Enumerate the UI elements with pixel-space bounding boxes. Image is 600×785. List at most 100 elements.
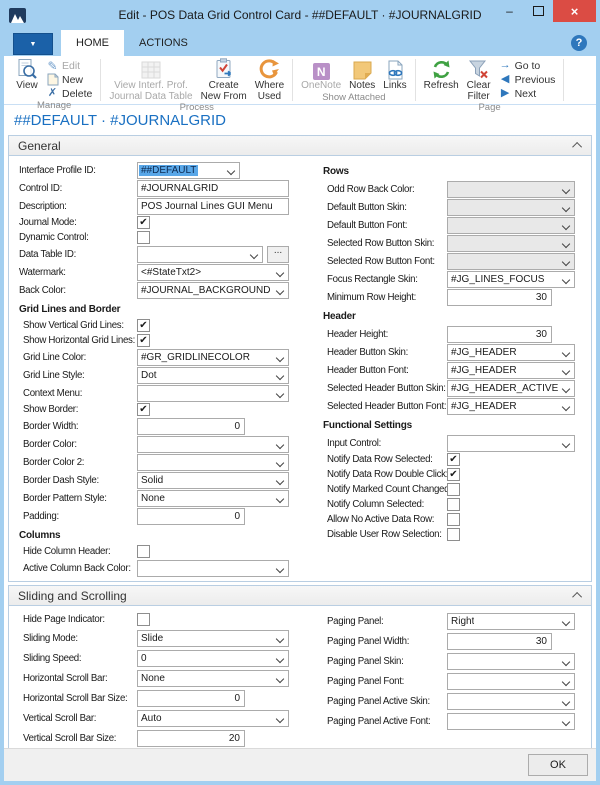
delete-button[interactable]: ✗ Delete bbox=[43, 87, 95, 100]
active-column-back-color-combo[interactable] bbox=[137, 559, 289, 577]
border-color-combo[interactable] bbox=[137, 435, 289, 453]
view-button[interactable]: View bbox=[13, 57, 41, 92]
where-used-button[interactable]: Where Used bbox=[252, 57, 287, 102]
border-pattern-style-combo[interactable]: None bbox=[137, 489, 289, 507]
data-table-id-combo[interactable] bbox=[137, 245, 263, 263]
disable-user-row-selection-checkbox[interactable] bbox=[447, 528, 460, 541]
paging-panel-active-skin-combo[interactable] bbox=[447, 692, 575, 710]
notify-data-row-selected-checkbox[interactable]: ✔ bbox=[447, 453, 460, 466]
header-button-skin-combo[interactable]: #JG_HEADER bbox=[447, 343, 575, 361]
collapse-icon[interactable] bbox=[572, 591, 583, 602]
dropdown-arrow-icon[interactable] bbox=[275, 634, 285, 643]
paging-panel-font-combo[interactable] bbox=[447, 672, 575, 690]
clear-filter-button[interactable]: Clear Filter bbox=[464, 57, 494, 102]
sliding-mode-combo[interactable]: Slide bbox=[137, 629, 289, 647]
dropdown-arrow-icon[interactable] bbox=[275, 714, 285, 723]
border-dash-style-combo[interactable]: Solid bbox=[137, 471, 289, 489]
dropdown-arrow-icon[interactable] bbox=[561, 617, 571, 626]
dropdown-arrow-icon[interactable] bbox=[275, 353, 285, 362]
section-header-sliding-and-scrolling[interactable]: Sliding and Scrolling bbox=[8, 585, 592, 606]
app-menu-button[interactable]: ▼ bbox=[13, 33, 53, 55]
dropdown-arrow-icon[interactable] bbox=[561, 185, 571, 194]
header-height-input[interactable]: 30 bbox=[447, 325, 552, 343]
dropdown-arrow-icon[interactable] bbox=[561, 657, 571, 666]
odd-row-back-color-combo[interactable] bbox=[447, 180, 575, 198]
minimize-button[interactable]: – bbox=[495, 0, 524, 22]
goto-button[interactable]: → Go to bbox=[496, 59, 559, 72]
dropdown-arrow-icon[interactable] bbox=[561, 221, 571, 230]
close-button[interactable]: × bbox=[553, 0, 596, 22]
border-color-2-combo[interactable] bbox=[137, 453, 289, 471]
dropdown-arrow-icon[interactable] bbox=[561, 257, 571, 266]
default-button-skin-combo[interactable] bbox=[447, 198, 575, 216]
links-button[interactable]: Links bbox=[380, 57, 409, 92]
border-width-input[interactable]: 0 bbox=[137, 417, 245, 435]
create-new-from-button[interactable]: Create New From bbox=[198, 57, 250, 102]
dropdown-arrow-icon[interactable] bbox=[275, 458, 285, 467]
dropdown-arrow-icon[interactable] bbox=[561, 348, 571, 357]
selected-header-button-skin-combo[interactable]: #JG_HEADER_ACTIVE bbox=[447, 379, 575, 397]
interface-profile-id-combo[interactable]: ##DEFAULT bbox=[137, 161, 240, 179]
next-button[interactable]: ▶ Next bbox=[496, 87, 559, 100]
dropdown-arrow-icon[interactable] bbox=[249, 250, 259, 259]
dropdown-arrow-icon[interactable] bbox=[561, 677, 571, 686]
dropdown-arrow-icon[interactable] bbox=[275, 674, 285, 683]
horizontal-scroll-bar-combo[interactable]: None bbox=[137, 669, 289, 687]
dropdown-arrow-icon[interactable] bbox=[561, 384, 571, 393]
dynamic-control-checkbox[interactable] bbox=[137, 231, 150, 244]
dropdown-arrow-icon[interactable] bbox=[561, 366, 571, 375]
vertical-scroll-bar-combo[interactable]: Auto bbox=[137, 709, 289, 727]
section-header-general[interactable]: General bbox=[8, 135, 592, 156]
assist-edit-button[interactable]: ... bbox=[267, 245, 289, 263]
control-id-input[interactable]: #JOURNALGRID bbox=[137, 179, 289, 197]
show-vertical-grid-lines-checkbox[interactable]: ✔ bbox=[137, 319, 150, 332]
notify-column-selected-checkbox[interactable] bbox=[447, 498, 460, 511]
dropdown-arrow-icon[interactable] bbox=[275, 371, 285, 380]
help-button[interactable]: ? bbox=[571, 35, 587, 51]
hide-page-indicator-checkbox[interactable] bbox=[137, 613, 150, 626]
dropdown-arrow-icon[interactable] bbox=[275, 654, 285, 663]
onenote-button[interactable]: N OneNote bbox=[298, 57, 344, 92]
dropdown-arrow-icon[interactable] bbox=[561, 203, 571, 212]
show-horizontal-grid-lines-checkbox[interactable]: ✔ bbox=[137, 334, 150, 347]
header-button-font-combo[interactable]: #JG_HEADER bbox=[447, 361, 575, 379]
paging-panel-combo[interactable]: Right bbox=[447, 612, 575, 630]
dropdown-arrow-icon[interactable] bbox=[275, 564, 285, 573]
previous-button[interactable]: ◀ Previous bbox=[496, 73, 559, 86]
dropdown-arrow-icon[interactable] bbox=[226, 166, 236, 175]
back-color-combo[interactable]: #JOURNAL_BACKGROUND bbox=[137, 281, 289, 299]
allow-no-active-data-row-checkbox[interactable] bbox=[447, 513, 460, 526]
context-menu-combo[interactable] bbox=[137, 384, 289, 402]
dropdown-arrow-icon[interactable] bbox=[275, 476, 285, 485]
grid-line-color-combo[interactable]: #GR_GRIDLINECOLOR bbox=[137, 348, 289, 366]
sliding-speed-combo[interactable]: 0 bbox=[137, 649, 289, 667]
tab-home[interactable]: HOME bbox=[61, 30, 124, 56]
dropdown-arrow-icon[interactable] bbox=[275, 268, 285, 277]
edit-button[interactable]: ✎ Edit bbox=[43, 59, 95, 72]
dropdown-arrow-icon[interactable] bbox=[561, 402, 571, 411]
dropdown-arrow-icon[interactable] bbox=[275, 389, 285, 398]
maximize-button[interactable] bbox=[524, 0, 553, 22]
selected-row-button-font-combo[interactable] bbox=[447, 252, 575, 270]
vertical-scroll-bar-size-input[interactable]: 20 bbox=[137, 729, 245, 747]
padding-input[interactable]: 0 bbox=[137, 507, 245, 525]
dropdown-arrow-icon[interactable] bbox=[561, 717, 571, 726]
dropdown-arrow-icon[interactable] bbox=[275, 286, 285, 295]
dropdown-arrow-icon[interactable] bbox=[561, 697, 571, 706]
grid-line-style-combo[interactable]: Dot bbox=[137, 366, 289, 384]
watermark-combo[interactable]: <#StateTxt2> bbox=[137, 263, 289, 281]
focus-rectangle-skin-combo[interactable]: #JG_LINES_FOCUS bbox=[447, 270, 575, 288]
show-border-checkbox[interactable]: ✔ bbox=[137, 403, 150, 416]
dropdown-arrow-icon[interactable] bbox=[561, 239, 571, 248]
dropdown-arrow-icon[interactable] bbox=[275, 494, 285, 503]
notify-data-row-double-click-checkbox[interactable]: ✔ bbox=[447, 468, 460, 481]
paging-panel-skin-combo[interactable] bbox=[447, 652, 575, 670]
description-input[interactable]: POS Journal Lines GUI Menu bbox=[137, 197, 289, 215]
dropdown-arrow-icon[interactable] bbox=[561, 275, 571, 284]
selected-row-button-skin-combo[interactable] bbox=[447, 234, 575, 252]
tab-actions[interactable]: ACTIONS bbox=[124, 30, 203, 56]
hide-column-header-checkbox[interactable] bbox=[137, 545, 150, 558]
dropdown-arrow-icon[interactable] bbox=[275, 440, 285, 449]
minimum-row-height-input[interactable]: 30 bbox=[447, 288, 552, 306]
notify-marked-count-changed-checkbox[interactable] bbox=[447, 483, 460, 496]
